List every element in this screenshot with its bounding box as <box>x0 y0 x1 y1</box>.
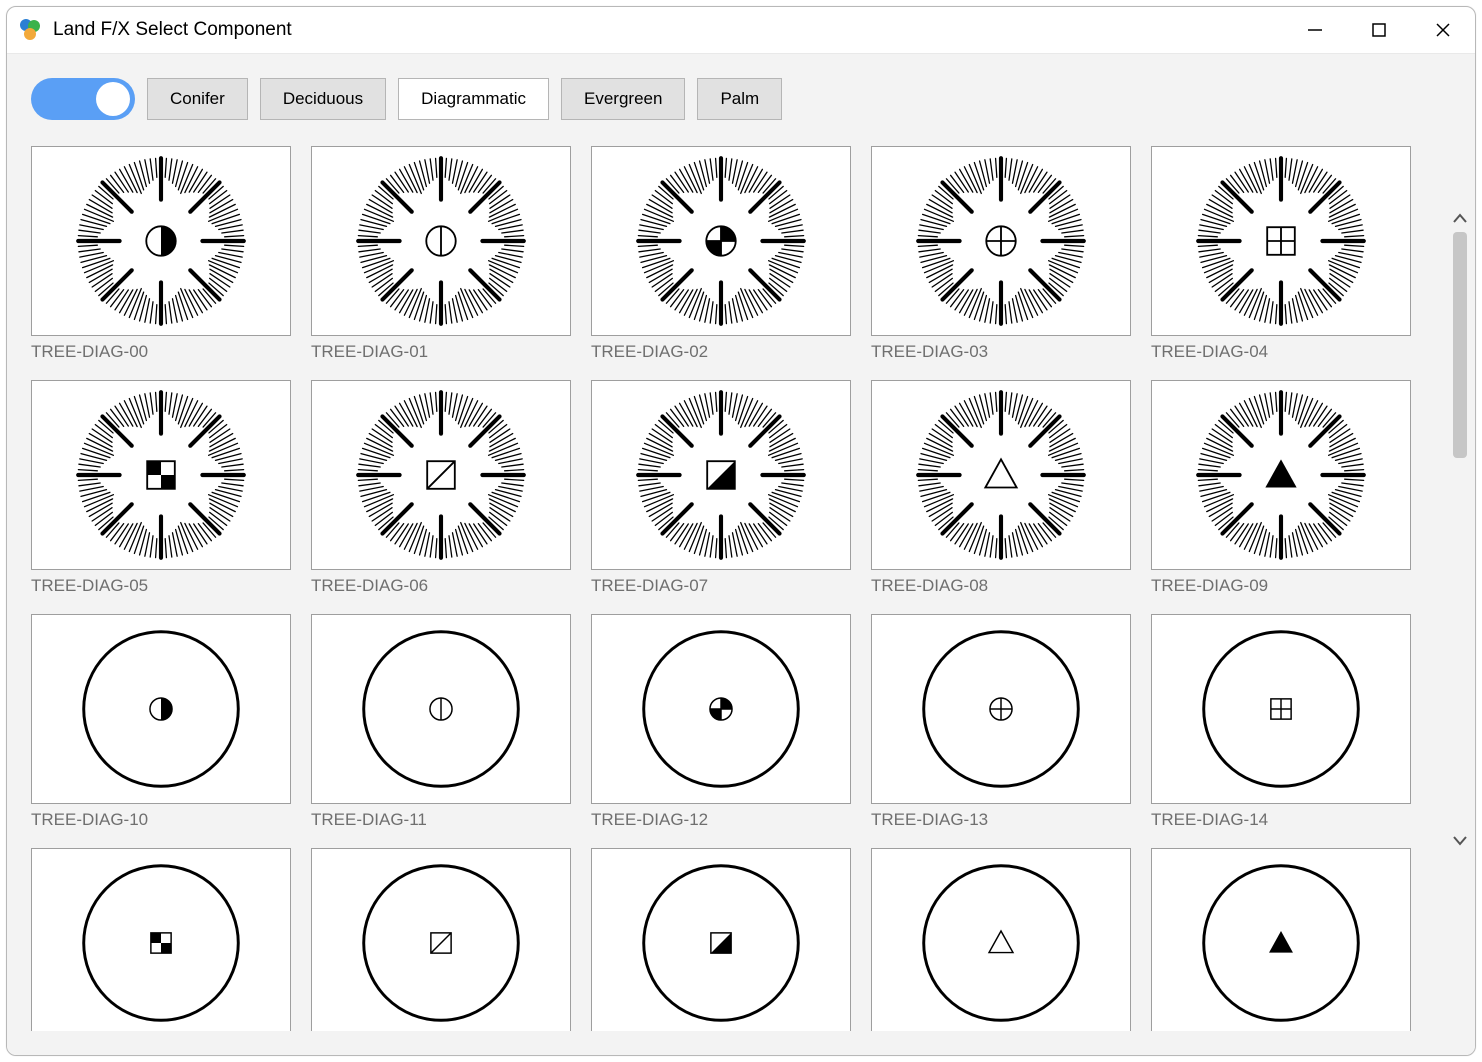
component-label: TREE-DIAG-04 <box>1151 342 1411 362</box>
tree-symbol-icon <box>311 614 571 804</box>
component-card[interactable]: TREE-DIAG-12 <box>591 614 851 830</box>
tree-symbol-icon <box>871 380 1131 570</box>
component-card[interactable]: TREE-DIAG-06 <box>311 380 571 596</box>
minimize-button[interactable] <box>1283 7 1347 53</box>
tree-symbol-icon <box>311 848 571 1031</box>
component-card[interactable]: TREE-DIAG-18 <box>871 848 1131 1031</box>
tab-palm[interactable]: Palm <box>697 78 782 120</box>
component-label: TREE-DIAG-07 <box>591 576 851 596</box>
tree-symbol-icon <box>311 146 571 336</box>
tab-label: Deciduous <box>283 89 363 109</box>
scroll-up-button[interactable] <box>1445 204 1475 232</box>
tab-deciduous[interactable]: Deciduous <box>260 78 386 120</box>
tree-symbol-icon <box>1151 146 1411 336</box>
component-card[interactable]: TREE-DIAG-17 <box>591 848 851 1031</box>
tree-symbol-icon <box>31 146 291 336</box>
component-card[interactable]: TREE-DIAG-16 <box>311 848 571 1031</box>
component-card[interactable]: TREE-DIAG-19 <box>1151 848 1411 1031</box>
component-grid: TREE-DIAG-00 TREE-DIAG-01 TREE-DIAG-02 TREE… <box>31 146 1441 1031</box>
app-icon <box>17 17 43 43</box>
tab-label: Diagrammatic <box>421 89 526 109</box>
tree-symbol-icon <box>31 380 291 570</box>
component-card[interactable]: TREE-DIAG-01 <box>311 146 571 362</box>
tab-evergreen[interactable]: Evergreen <box>561 78 685 120</box>
scroll-down-button[interactable] <box>1445 827 1475 855</box>
tab-diagrammatic[interactable]: Diagrammatic <box>398 78 549 120</box>
tabs-row: Conifer Deciduous Diagrammatic Evergreen Pal… <box>31 78 1441 120</box>
maximize-button[interactable] <box>1347 7 1411 53</box>
component-label: TREE-DIAG-10 <box>31 810 291 830</box>
component-label: TREE-DIAG-03 <box>871 342 1131 362</box>
window-title: Land F/X Select Component <box>53 19 1283 41</box>
tree-symbol-icon <box>591 146 851 336</box>
tree-symbol-icon <box>871 848 1131 1031</box>
scroll-track[interactable] <box>1453 232 1467 827</box>
component-card[interactable]: TREE-DIAG-08 <box>871 380 1131 596</box>
component-card[interactable]: TREE-DIAG-07 <box>591 380 851 596</box>
component-label: TREE-DIAG-00 <box>31 342 291 362</box>
component-card[interactable]: TREE-DIAG-02 <box>591 146 851 362</box>
component-label: TREE-DIAG-06 <box>311 576 571 596</box>
tree-symbol-icon <box>1151 614 1411 804</box>
component-card[interactable]: TREE-DIAG-03 <box>871 146 1131 362</box>
component-label: TREE-DIAG-05 <box>31 576 291 596</box>
component-card[interactable]: TREE-DIAG-00 <box>31 146 291 362</box>
window: Land F/X Select Component Conifer Deciduo… <box>6 6 1476 1056</box>
body: Conifer Deciduous Diagrammatic Evergreen Pal… <box>7 54 1475 1055</box>
component-label: TREE-DIAG-02 <box>591 342 851 362</box>
component-label: TREE-DIAG-11 <box>311 810 571 830</box>
tree-symbol-icon <box>1151 848 1411 1031</box>
component-label: TREE-DIAG-01 <box>311 342 571 362</box>
component-card[interactable]: TREE-DIAG-09 <box>1151 380 1411 596</box>
component-label: TREE-DIAG-12 <box>591 810 851 830</box>
tree-symbol-icon <box>31 614 291 804</box>
component-card[interactable]: TREE-DIAG-14 <box>1151 614 1411 830</box>
tree-symbol-icon <box>311 380 571 570</box>
scroll-thumb[interactable] <box>1453 232 1467 458</box>
component-label: TREE-DIAG-14 <box>1151 810 1411 830</box>
content-area: Conifer Deciduous Diagrammatic Evergreen Pal… <box>7 54 1445 1055</box>
tree-symbol-icon <box>591 614 851 804</box>
component-label: TREE-DIAG-09 <box>1151 576 1411 596</box>
tree-symbol-icon <box>1151 380 1411 570</box>
scrollbar <box>1445 54 1475 1055</box>
component-grid-wrap: TREE-DIAG-00 TREE-DIAG-01 TREE-DIAG-02 TREE… <box>31 146 1441 1031</box>
tree-symbol-icon <box>871 614 1131 804</box>
component-card[interactable]: TREE-DIAG-13 <box>871 614 1131 830</box>
component-card[interactable]: TREE-DIAG-15 <box>31 848 291 1031</box>
component-card[interactable]: TREE-DIAG-11 <box>311 614 571 830</box>
tab-label: Palm <box>720 89 759 109</box>
tree-symbol-icon <box>871 146 1131 336</box>
toggle-knob <box>96 82 130 116</box>
component-label: TREE-DIAG-08 <box>871 576 1131 596</box>
view-toggle[interactable] <box>31 78 135 120</box>
component-card[interactable]: TREE-DIAG-04 <box>1151 146 1411 362</box>
window-controls <box>1283 7 1475 53</box>
tree-symbol-icon <box>31 848 291 1031</box>
component-card[interactable]: TREE-DIAG-10 <box>31 614 291 830</box>
tree-symbol-icon <box>591 848 851 1031</box>
tab-label: Evergreen <box>584 89 662 109</box>
component-label: TREE-DIAG-13 <box>871 810 1131 830</box>
tree-symbol-icon <box>591 380 851 570</box>
tab-label: Conifer <box>170 89 225 109</box>
close-button[interactable] <box>1411 7 1475 53</box>
titlebar: Land F/X Select Component <box>7 7 1475 54</box>
tab-conifer[interactable]: Conifer <box>147 78 248 120</box>
component-card[interactable]: TREE-DIAG-05 <box>31 380 291 596</box>
